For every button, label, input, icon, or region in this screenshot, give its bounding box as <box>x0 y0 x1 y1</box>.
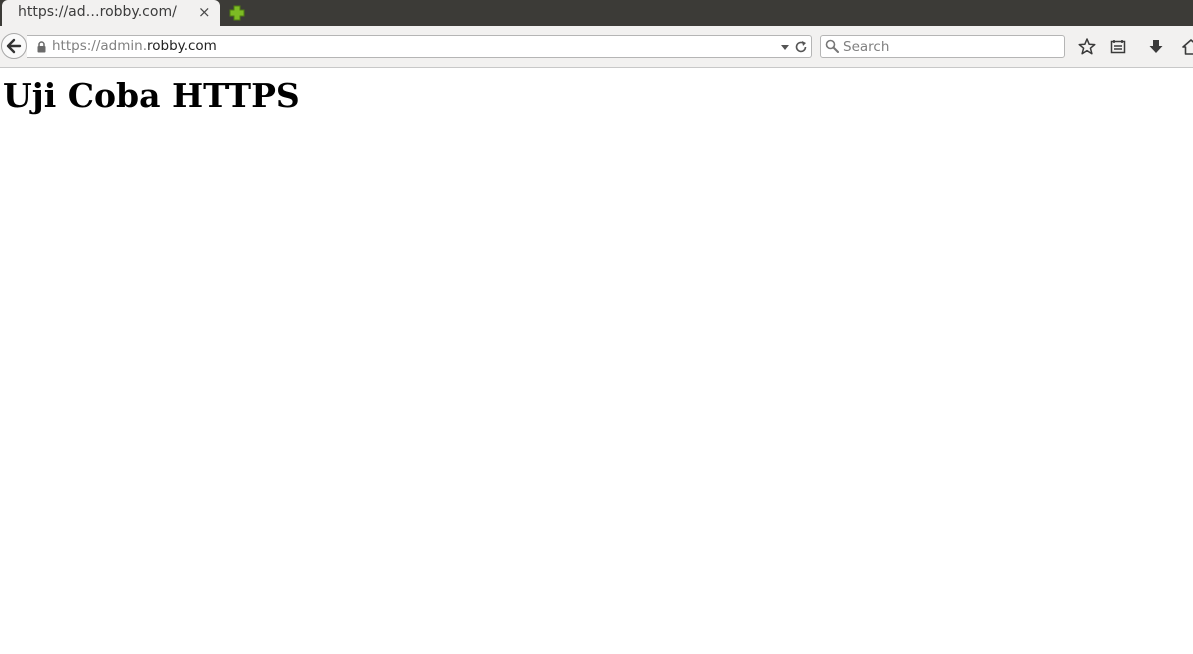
home-icon[interactable] <box>1181 37 1193 57</box>
search-bar[interactable] <box>820 35 1065 58</box>
active-tab[interactable]: https://ad…robby.com/ × <box>2 0 220 26</box>
download-icon[interactable] <box>1146 37 1166 57</box>
address-bar[interactable]: https://admin.robby.com <box>27 35 812 58</box>
history-dropdown-icon[interactable] <box>780 42 790 52</box>
tab-strip: https://ad…robby.com/ × <box>0 0 1193 26</box>
page-content: Uji Coba HTTPS <box>0 68 1193 654</box>
bookmark-star-icon[interactable] <box>1077 37 1097 57</box>
url-prefix: https://admin. <box>52 38 147 54</box>
reload-icon[interactable] <box>794 40 808 54</box>
plus-icon <box>229 5 245 21</box>
url-domain: robby.com <box>146 38 217 54</box>
search-input[interactable] <box>843 37 1058 56</box>
close-tab-icon[interactable]: × <box>198 3 211 21</box>
url-text[interactable]: https://admin.robby.com <box>52 38 217 54</box>
lock-icon <box>37 41 46 53</box>
navigation-toolbar: https://admin.robby.com <box>0 26 1193 68</box>
reading-list-icon[interactable] <box>1108 37 1128 57</box>
page-heading: Uji Coba HTTPS <box>3 76 300 115</box>
back-arrow-icon <box>6 38 22 54</box>
new-tab-button[interactable] <box>228 4 246 22</box>
tab-title: https://ad…robby.com/ <box>18 4 177 20</box>
back-button[interactable] <box>1 33 27 59</box>
search-icon <box>825 39 839 53</box>
